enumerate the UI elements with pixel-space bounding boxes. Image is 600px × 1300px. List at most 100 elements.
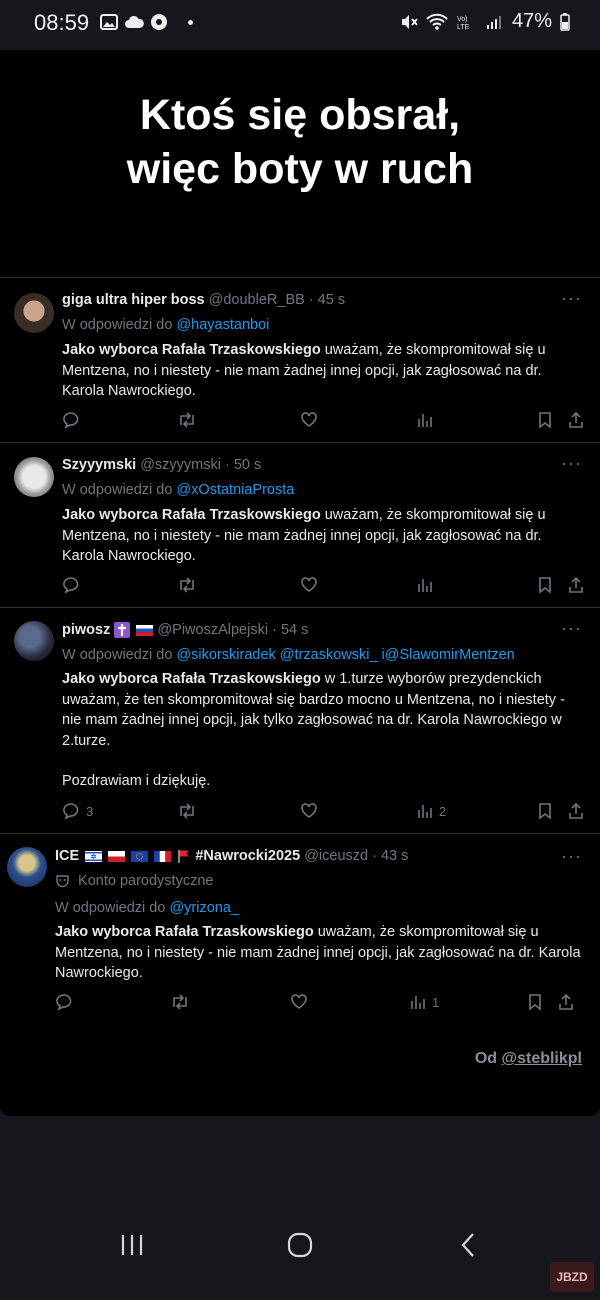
- views-button[interactable]: [417, 576, 433, 594]
- avatar[interactable]: [7, 847, 47, 887]
- battery-percent: 47%: [511, 10, 552, 32]
- reply-prefix: W odpowiedzi do: [62, 482, 173, 498]
- back-button[interactable]: [443, 1220, 493, 1270]
- heart-icon: [301, 577, 317, 592]
- battery-icon: [560, 12, 570, 31]
- speech-bubble-icon: [63, 577, 79, 594]
- share-button[interactable]: [567, 411, 585, 429]
- repost-arrows-icon: [180, 803, 194, 819]
- theater-masks-icon: [56, 874, 69, 887]
- reply-prefix: W odpowiedzi do: [62, 317, 173, 333]
- heart-icon: [291, 994, 307, 1009]
- reply-button[interactable]: [55, 993, 73, 1011]
- bar-chart-icon: [418, 805, 432, 818]
- repost-button[interactable]: [177, 802, 197, 820]
- red-flag-icon: [178, 850, 189, 864]
- french-flag-icon: [154, 850, 172, 862]
- repost-arrows-icon: [173, 994, 187, 1010]
- reply-to-link[interactable]: @xOstatniaProsta: [176, 482, 294, 498]
- like-button[interactable]: [300, 576, 318, 594]
- wifi-icon: [426, 13, 448, 30]
- tweet[interactable]: ICE #Nawrocki2025 @iceuszd · 43 s ··· Ko…: [0, 833, 600, 1024]
- views-button[interactable]: 2: [417, 802, 446, 820]
- like-button[interactable]: [300, 802, 318, 820]
- share-button[interactable]: [557, 993, 575, 1011]
- home-icon: [287, 1232, 313, 1258]
- reply-prefix: W odpowiedzi do: [62, 647, 173, 663]
- user-handle[interactable]: @PiwoszAlpejski: [157, 622, 268, 638]
- tweet-time[interactable]: · 43 s: [372, 848, 408, 864]
- reply-to-link[interactable]: @hayastanboi: [176, 317, 269, 333]
- tweet-text: Jako wyborca Rafała Trzaskowskiego uważa…: [62, 505, 587, 567]
- repost-button[interactable]: [170, 993, 190, 1011]
- bookmark-button[interactable]: [537, 802, 553, 820]
- recent-apps-icon: [121, 1235, 143, 1255]
- cloud-icon: [125, 15, 144, 28]
- repost-button[interactable]: [177, 576, 197, 594]
- parody-label: Konto parodystyczne: [78, 873, 214, 889]
- display-name[interactable]: giga ultra hiper boss: [62, 292, 205, 308]
- russian-flag-icon: [136, 624, 154, 636]
- home-button[interactable]: [275, 1220, 325, 1270]
- tweet-time[interactable]: · 45 s: [309, 292, 345, 308]
- user-handle[interactable]: @szyyymski: [140, 457, 221, 473]
- bookmark-icon: [539, 577, 551, 594]
- credit-prefix: Od: [474, 1050, 502, 1067]
- repost-button[interactable]: [177, 411, 197, 429]
- views-button[interactable]: 1: [410, 993, 439, 1011]
- like-button[interactable]: [290, 993, 308, 1011]
- tweet-actions: [62, 576, 587, 598]
- system-navigation-bar: [0, 1220, 600, 1300]
- user-handle[interactable]: @doubleR_BB: [209, 292, 305, 308]
- tweet-time[interactable]: · 50 s: [225, 457, 261, 473]
- reply-button[interactable]: [62, 411, 80, 429]
- reply-button[interactable]: 3: [62, 802, 93, 820]
- share-icon: [569, 802, 583, 819]
- more-options-icon[interactable]: ···: [561, 618, 582, 639]
- tweet[interactable]: Szyyymski @szyyymski · 50 s ··· W odpowi…: [0, 442, 600, 607]
- avatar[interactable]: [14, 621, 54, 661]
- name-hashtag[interactable]: #Nawrocki2025: [195, 848, 300, 864]
- tweet-text-bold: Jako wyborca Rafała Trzaskowskiego: [55, 924, 314, 940]
- tweet[interactable]: giga ultra hiper boss @doubleR_BB · 45 s…: [0, 277, 600, 442]
- volte-icon: Vo)LTE: [457, 16, 470, 31]
- mute-icon: [401, 14, 418, 29]
- bookmark-button[interactable]: [537, 576, 553, 594]
- bookmark-icon: [539, 803, 551, 820]
- display-name[interactable]: Szyyymski: [62, 457, 136, 473]
- views-button[interactable]: [417, 411, 433, 429]
- cross-emoji-icon: [114, 622, 131, 639]
- headline-line-1: Ktoś się obsrał,: [139, 91, 461, 139]
- recent-apps-button[interactable]: [107, 1220, 157, 1270]
- reply-button[interactable]: [62, 576, 80, 594]
- share-button[interactable]: [567, 576, 585, 594]
- heart-icon: [301, 412, 317, 427]
- bookmark-button[interactable]: [527, 993, 543, 1011]
- display-name[interactable]: ICE: [55, 848, 79, 864]
- more-options-icon[interactable]: ···: [561, 846, 582, 867]
- share-button[interactable]: [567, 802, 585, 820]
- bookmark-icon: [529, 994, 541, 1011]
- polish-flag-icon: [108, 850, 126, 862]
- avatar[interactable]: [14, 293, 54, 333]
- more-options-icon[interactable]: ···: [561, 453, 582, 474]
- tweet-text: Jako wyborca Rafała Trzaskowskiego w 1.t…: [62, 669, 587, 792]
- tweet[interactable]: piwosz @PiwoszAlpejski · 54 s ··· W odpo…: [0, 607, 600, 833]
- views-count: 2: [439, 803, 447, 819]
- display-name[interactable]: piwosz: [62, 622, 110, 638]
- reply-prefix: W odpowiedzi do: [55, 900, 166, 916]
- bookmark-button[interactable]: [537, 411, 553, 429]
- share-icon: [569, 411, 583, 428]
- like-button[interactable]: [300, 411, 318, 429]
- dot-icon: [188, 19, 193, 25]
- tweet-text-bold: Jako wyborca Rafała Trzaskowskiego: [62, 671, 321, 687]
- user-handle[interactable]: @iceuszd: [304, 848, 368, 864]
- reply-to-link[interactable]: @yrizona_: [169, 900, 239, 916]
- reply-to-link[interactable]: @sikorskiradek @trzaskowski_ i@SlawomirM…: [176, 647, 514, 663]
- back-icon: [461, 1233, 474, 1257]
- avatar[interactable]: [14, 457, 54, 497]
- credit-handle[interactable]: @steblikpl: [501, 1050, 582, 1067]
- bookmark-icon: [539, 412, 551, 429]
- more-options-icon[interactable]: ···: [561, 288, 582, 309]
- tweet-time[interactable]: · 54 s: [272, 622, 308, 638]
